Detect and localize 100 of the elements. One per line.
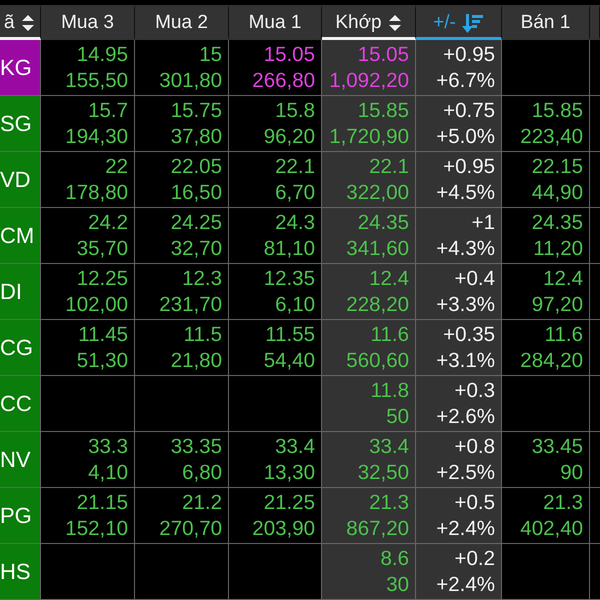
price-text: 12.4 [543, 266, 583, 292]
ticker-cell[interactable]: KG [0, 40, 41, 95]
price-text: 33.45 [532, 434, 583, 460]
ticker-cell[interactable]: CM [0, 208, 41, 263]
price-text: 21.25 [264, 490, 315, 516]
price-text: 11.8 [370, 378, 409, 404]
volume-text: 1,720,90 [329, 124, 409, 150]
price-text: 14.95 [76, 42, 128, 68]
volume-text: 341,60 [346, 236, 409, 262]
price-text: 33.4 [369, 434, 409, 460]
percent-text: +2.4% [436, 572, 495, 598]
change-text: +0.75 [443, 98, 495, 124]
sort-icon [20, 14, 35, 32]
ticker-cell[interactable]: DI [0, 264, 41, 319]
volume-text: 32,50 [358, 460, 409, 486]
price-text: 24.35 [358, 210, 409, 236]
price-text: 21.3 [543, 490, 583, 516]
price-text: 22.05 [170, 154, 222, 180]
change-text: +0.4 [454, 266, 495, 292]
volume-text: 155,50 [65, 68, 128, 94]
ticker-cell[interactable]: CC [0, 376, 41, 431]
column-header[interactable]: Bán 1 [502, 5, 590, 40]
ticker-cell[interactable]: NV [0, 432, 41, 487]
volume-text: 301,80 [159, 68, 222, 94]
volume-text: 37,80 [170, 124, 222, 150]
change-text: +0.5 [454, 490, 495, 516]
volume-text: 30 [386, 572, 409, 598]
volume-text: 16,50 [170, 180, 222, 206]
change-text: +0.3 [454, 378, 495, 404]
price-text: 24.3 [275, 210, 315, 236]
sort-descending-icon [462, 12, 484, 34]
volume-text: 6,80 [182, 460, 222, 486]
price-text: 24.2 [88, 210, 128, 236]
volume-text: 11,20 [533, 236, 583, 262]
percent-text: +4.5% [436, 180, 495, 206]
percent-text: +6.7% [436, 68, 495, 94]
volume-text: 231,70 [159, 292, 222, 318]
price-text: 15.7 [88, 98, 128, 124]
sort-icon [388, 14, 402, 32]
volume-text: 32,70 [170, 236, 222, 262]
percent-text: +3.3% [436, 292, 495, 318]
volume-text: 44,90 [532, 180, 583, 206]
ticker-cell[interactable]: CG [0, 320, 41, 375]
price-text: 11.6 [370, 322, 409, 348]
price-text: 15.05 [358, 42, 409, 68]
price-text: 12.3 [182, 266, 222, 292]
price-text: 33.35 [170, 434, 222, 460]
volume-text: 96,20 [264, 124, 315, 150]
volume-text: 6,70 [275, 180, 315, 206]
volume-text: 284,20 [520, 348, 583, 374]
price-text: 11.6 [544, 322, 583, 348]
volume-text: 51,30 [76, 348, 128, 374]
price-text: 33.3 [88, 434, 128, 460]
price-text: 12.4 [369, 266, 409, 292]
ticker-cell[interactable]: HS [0, 544, 41, 599]
volume-text: 13,30 [264, 460, 315, 486]
price-text: 8.6 [380, 546, 409, 572]
price-text: 24.25 [170, 210, 222, 236]
column-header[interactable]: Khớp [322, 5, 416, 40]
volume-text: 270,70 [159, 516, 222, 542]
price-text: 15.8 [275, 98, 315, 124]
percent-text: +5.0% [436, 124, 495, 150]
price-text: 33.4 [275, 434, 315, 460]
price-text: 12.35 [264, 266, 315, 292]
volume-text: 21,80 [170, 348, 222, 374]
column-header[interactable]: Mua 1 [229, 5, 322, 40]
ticker-cell[interactable]: PG [0, 488, 41, 543]
price-text: 22 [105, 154, 128, 180]
volume-text: 6,10 [275, 292, 315, 318]
column-header[interactable]: +/- [416, 5, 502, 40]
change-text: +0.2 [454, 546, 495, 572]
change-text: +0.35 [443, 322, 495, 348]
volume-text: 560,60 [346, 348, 409, 374]
percent-text: +2.5% [436, 460, 495, 486]
percent-text: +3.1% [436, 348, 495, 374]
volume-text: 97,20 [532, 292, 583, 318]
volume-text: 81,10 [264, 236, 315, 262]
volume-text: 402,40 [520, 516, 583, 542]
volume-text: 223,40 [520, 124, 583, 150]
price-text: 11.5 [184, 322, 222, 348]
change-text: +0.95 [443, 42, 495, 68]
price-text: 22.1 [275, 154, 315, 180]
change-text: +0.95 [443, 154, 495, 180]
column-header[interactable]: ã [0, 5, 41, 40]
price-text: 11.55 [265, 322, 315, 348]
volume-text: 867,20 [346, 516, 409, 542]
price-text: 12.25 [76, 266, 128, 292]
volume-text: 1,092,20 [329, 68, 409, 94]
price-text: 11.45 [78, 322, 128, 348]
volume-text: 35,70 [76, 236, 128, 262]
price-text: 24.35 [532, 210, 583, 236]
price-text: 21.15 [76, 490, 128, 516]
percent-text: +4.3% [436, 236, 495, 262]
column-header[interactable]: Mua 2 [135, 5, 229, 40]
ticker-cell[interactable]: SG [0, 96, 41, 151]
volume-text: 50 [386, 404, 409, 430]
column-header[interactable]: Mua 3 [41, 5, 135, 40]
ticker-cell[interactable]: VD [0, 152, 41, 207]
percent-text: +2.4% [436, 516, 495, 542]
price-text: 15.05 [264, 42, 315, 68]
